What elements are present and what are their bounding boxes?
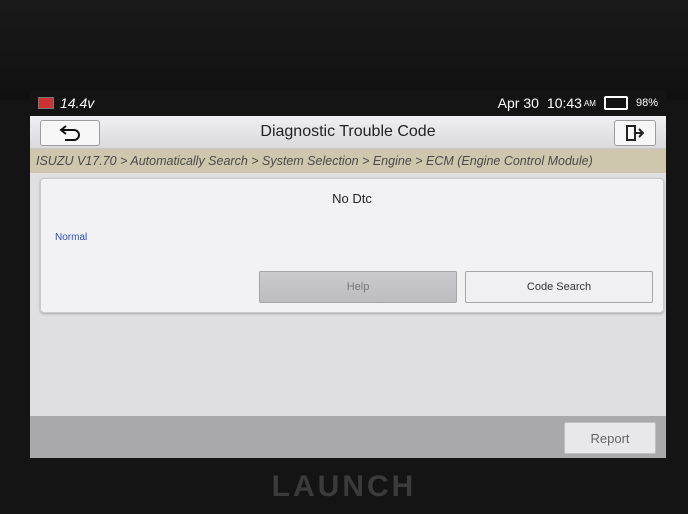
breadcrumb: ISUZU V17.70 > Automatically Search > Sy… (30, 149, 666, 173)
battery-icon (603, 96, 628, 110)
exit-icon (626, 125, 644, 141)
status-ampm: AM (583, 98, 596, 108)
page-title: Diagnostic Trouble Code (260, 123, 436, 140)
status-left: 14.4v (38, 95, 94, 111)
dtc-panel: No Dtc Normal Help Code Search (40, 178, 664, 313)
exit-button[interactable] (614, 120, 656, 146)
battery-percent: 98% (635, 97, 658, 109)
brand-logo: LAUNCH (271, 470, 417, 503)
status-time: 10:43 (546, 95, 582, 111)
code-search-button[interactable]: Code Search (465, 271, 653, 303)
device-bezel (0, 0, 688, 100)
status-date: Apr 30 (497, 95, 539, 111)
dtc-status-text: No Dtc (332, 191, 372, 206)
state-label: Normal (55, 232, 88, 243)
footer-bar: Report (30, 416, 666, 458)
vehicle-battery-icon (38, 97, 54, 109)
help-button[interactable]: Help (259, 271, 457, 303)
voltage-readout: 14.4v (60, 95, 95, 111)
report-button[interactable]: Report (564, 422, 656, 454)
status-right: Apr 30 10:43 AM 98% (498, 95, 658, 111)
device-screen: 14.4v Apr 30 10:43 AM 98% Diagnostic Tro… (30, 90, 666, 458)
status-bar: 14.4v Apr 30 10:43 AM 98% (30, 90, 666, 116)
title-bar: Diagnostic Trouble Code (30, 116, 666, 149)
